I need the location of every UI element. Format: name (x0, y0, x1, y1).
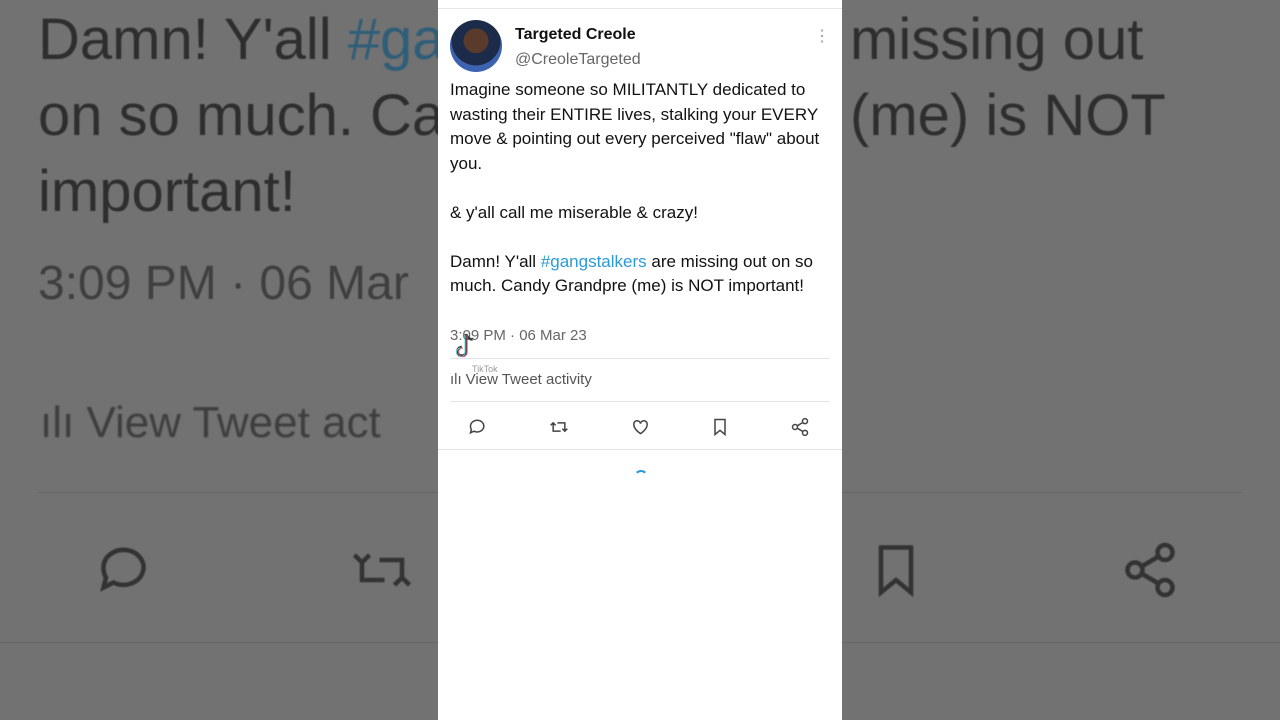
bg-share-icon (1125, 542, 1175, 598)
bg-reply-icon (100, 547, 146, 592)
like-icon (632, 419, 648, 435)
retweet-button[interactable] (544, 412, 574, 442)
bg-line-1: Damn! Y'all #gar (38, 7, 464, 72)
tweet-paragraph-1: Imagine someone so MILITANTLY dedicated … (450, 80, 820, 173)
like-button[interactable] (625, 412, 655, 442)
retweet-icon (550, 421, 568, 433)
reply-button[interactable] (463, 412, 493, 442)
more-options-icon[interactable]: ⋮ (814, 26, 830, 46)
hashtag-link[interactable]: #gangstalkers (541, 252, 647, 271)
tweet-actions (438, 412, 842, 442)
bg-retweet-icon (352, 553, 412, 587)
view-tweet-activity-link[interactable]: ılı View Tweet activity (450, 371, 592, 388)
bg-bookmark-icon (878, 545, 914, 598)
author-name[interactable]: Targeted Creole (515, 26, 636, 44)
divider (450, 401, 830, 402)
bg-line-1-right: missing out (850, 7, 1144, 72)
activity-label: View Tweet activity (465, 371, 592, 388)
author-handle[interactable]: @CreoleTargeted (515, 51, 641, 69)
bg-activity: ılı View Tweet act (40, 398, 381, 447)
avatar[interactable] (450, 20, 502, 72)
bg-timestamp: 3:09 PM · 06 Mar (38, 257, 409, 310)
divider (450, 358, 830, 359)
bg-line-2: on so much. Ca (38, 83, 445, 148)
bg-line-2-right: (me) is NOT (850, 83, 1166, 148)
reply-icon (469, 419, 485, 435)
divider (438, 449, 842, 450)
paragraph-3-prefix: Damn! Y'all (450, 251, 541, 271)
tweet-panel: Targeted Creole @CreoleTargeted ⋮ Imagin… (438, 0, 842, 720)
tweet-body: Imagine someone so MILITANTLY dedicated … (450, 78, 835, 299)
top-divider (438, 8, 842, 9)
loading-spinner-icon (634, 470, 648, 484)
share-button[interactable] (785, 412, 815, 442)
share-icon (791, 417, 809, 437)
bg-line-3: important! (38, 159, 296, 224)
tweet-paragraph-2: & y'all call me miserable & crazy! (450, 202, 698, 222)
bar-chart-icon: ılı (450, 371, 462, 388)
bookmark-button[interactable] (705, 412, 735, 442)
bookmark-icon (714, 418, 726, 437)
tweet-paragraph-3: Damn! Y'all #gangstalkers are missing ou… (450, 250, 835, 299)
